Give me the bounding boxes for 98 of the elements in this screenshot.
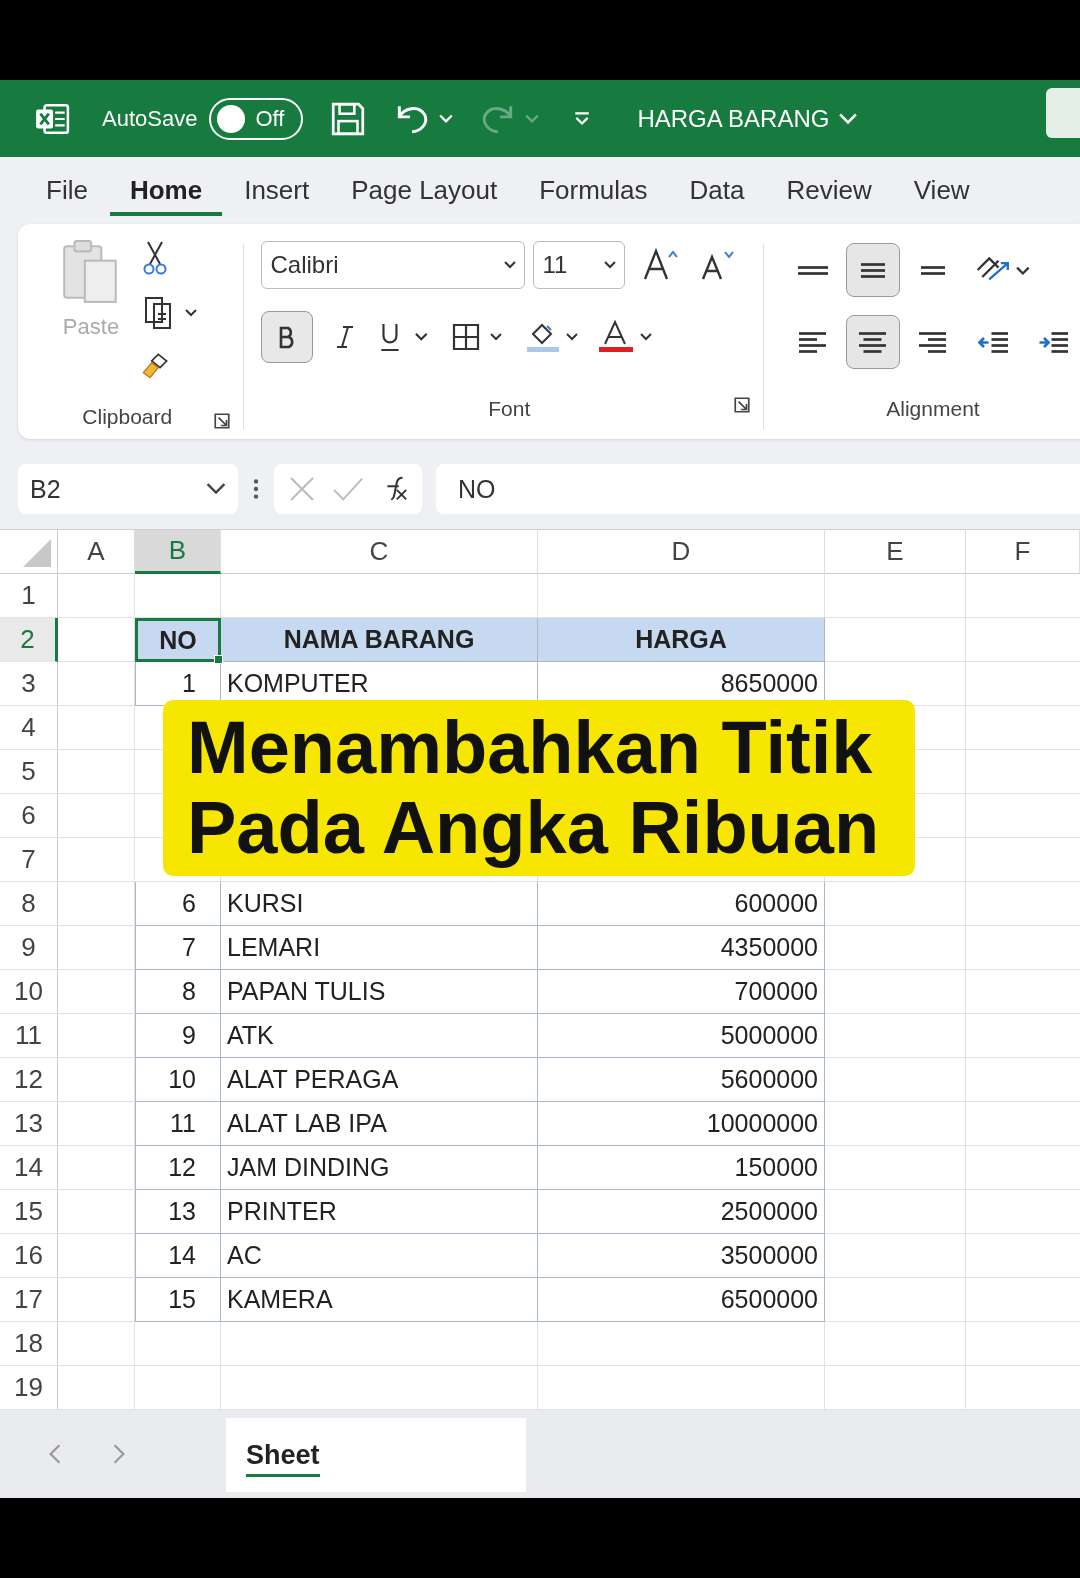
table-cell: 5600000: [538, 1058, 825, 1102]
table-cell: 8: [135, 970, 221, 1014]
document-title[interactable]: HARGA BARANG: [637, 104, 830, 133]
caption-text: Pada Angka Ribuan: [187, 788, 880, 868]
more-icon[interactable]: [252, 476, 260, 502]
table-cell: 7: [135, 926, 221, 970]
align-icon: [919, 331, 947, 353]
autosave-toggle[interactable]: Off: [209, 97, 304, 140]
font-family-field[interactable]: Calibri: [261, 241, 526, 289]
alignment-button[interactable]: [846, 315, 900, 369]
row-header[interactable]: 15: [0, 1190, 58, 1234]
dialog-launcher-icon[interactable]: [212, 412, 231, 430]
font-color-icon[interactable]: [599, 320, 654, 354]
table-cell: 600000: [538, 882, 825, 926]
table-cell: 15: [135, 1278, 221, 1322]
table-cell: 3500000: [538, 1234, 825, 1278]
table-cell: 10: [135, 1058, 221, 1102]
ribbon-tab[interactable]: Review: [766, 165, 892, 216]
group-label: Font: [488, 396, 531, 421]
table-cell: 14: [135, 1234, 221, 1278]
table-cell: KURSI: [221, 882, 538, 926]
table-cell: ATK: [221, 1014, 538, 1058]
table-cell: ALAT PERAGA: [221, 1058, 538, 1102]
align-icon: [1038, 331, 1068, 353]
spreadsheet-app-icon: [34, 102, 70, 135]
ribbon-tab[interactable]: File: [26, 165, 108, 216]
customize-icon[interactable]: [573, 110, 592, 127]
group-label: Alignment: [886, 396, 980, 421]
dropdown-icon: [604, 261, 617, 269]
row-header[interactable]: 11: [0, 1014, 58, 1058]
table-cell: PAPAN TULIS: [221, 970, 538, 1014]
dialog-launcher-icon[interactable]: [733, 396, 751, 414]
column-header[interactable]: E: [825, 530, 966, 574]
table-cell: 10000000: [538, 1102, 825, 1146]
row-header[interactable]: 7: [0, 838, 58, 882]
table-cell: LEMARI: [221, 926, 538, 970]
header-cell: HARGA: [538, 618, 825, 662]
group-label: Clipboard: [82, 404, 173, 429]
font-size-field[interactable]: 11: [533, 241, 626, 289]
column-header[interactable]: A: [58, 530, 135, 574]
align-icon: [799, 331, 827, 353]
table-cell: ALAT LAB IPA: [221, 1102, 538, 1146]
ribbon-tab[interactable]: Page Layout: [331, 165, 518, 216]
row-header[interactable]: 3: [0, 662, 58, 706]
column-header[interactable]: F: [966, 530, 1080, 574]
chevron-icon[interactable]: [839, 112, 858, 125]
row-header[interactable]: 4: [0, 706, 58, 750]
selected-header-cell[interactable]: NO: [135, 618, 221, 662]
ribbon-tab[interactable]: Home: [109, 165, 223, 216]
row-header[interactable]: 18: [0, 1322, 58, 1366]
table-cell: 6500000: [538, 1278, 825, 1322]
ribbon-tab[interactable]: Data: [669, 165, 765, 216]
table-cell: 6: [135, 882, 221, 926]
align-icon: [978, 331, 1008, 353]
table-cell: 12: [135, 1146, 221, 1190]
table-cell: 9: [135, 1014, 221, 1058]
align-icon: [921, 265, 945, 275]
table-cell: PRINTER: [221, 1190, 538, 1234]
ribbon-tab[interactable]: Insert: [224, 165, 330, 216]
row-header[interactable]: 12: [0, 1058, 58, 1102]
row-header[interactable]: 10: [0, 970, 58, 1014]
table-cell: JAM DINDING: [221, 1146, 538, 1190]
row-header[interactable]: 9: [0, 926, 58, 970]
table-cell: 13: [135, 1190, 221, 1234]
row-header[interactable]: 6: [0, 794, 58, 838]
ribbon-tab[interactable]: View: [893, 165, 990, 216]
name-box[interactable]: B2: [18, 464, 238, 514]
alignment-button[interactable]: [846, 243, 900, 297]
caret-icon[interactable]: [439, 113, 454, 124]
dropdown-icon: [504, 261, 517, 269]
ribbon-tab[interactable]: Formulas: [519, 165, 668, 216]
align-icon: [859, 331, 887, 353]
row-header[interactable]: 8: [0, 882, 58, 926]
table-cell: 2500000: [538, 1190, 825, 1234]
row-header[interactable]: 2: [0, 618, 58, 662]
bold-button[interactable]: [261, 311, 314, 363]
column-header[interactable]: B: [135, 530, 221, 574]
align-icon: [798, 265, 828, 275]
header-cell: NAMA BARANG: [221, 618, 538, 662]
column-header[interactable]: D: [538, 530, 825, 574]
row-header[interactable]: 17: [0, 1278, 58, 1322]
row-header[interactable]: 13: [0, 1102, 58, 1146]
formula-field[interactable]: NO: [436, 464, 1080, 514]
table-cell: 150000: [538, 1146, 825, 1190]
table-cell: 4350000: [538, 926, 825, 970]
caption-text: Menambahkan Titik: [187, 708, 873, 788]
sheet-tab[interactable]: Sheet: [226, 1418, 526, 1492]
table-cell: 700000: [538, 970, 825, 1014]
align-icon: [861, 262, 885, 278]
row-header[interactable]: 14: [0, 1146, 58, 1190]
autosave-label: AutoSave: [102, 105, 198, 132]
table-cell: KAMERA: [221, 1278, 538, 1322]
column-header[interactable]: C: [221, 530, 538, 574]
table-cell: AC: [221, 1234, 538, 1278]
table-cell: 11: [135, 1102, 221, 1146]
table-cell: 5000000: [538, 1014, 825, 1058]
row-header[interactable]: 5: [0, 750, 58, 794]
row-header[interactable]: 16: [0, 1234, 58, 1278]
